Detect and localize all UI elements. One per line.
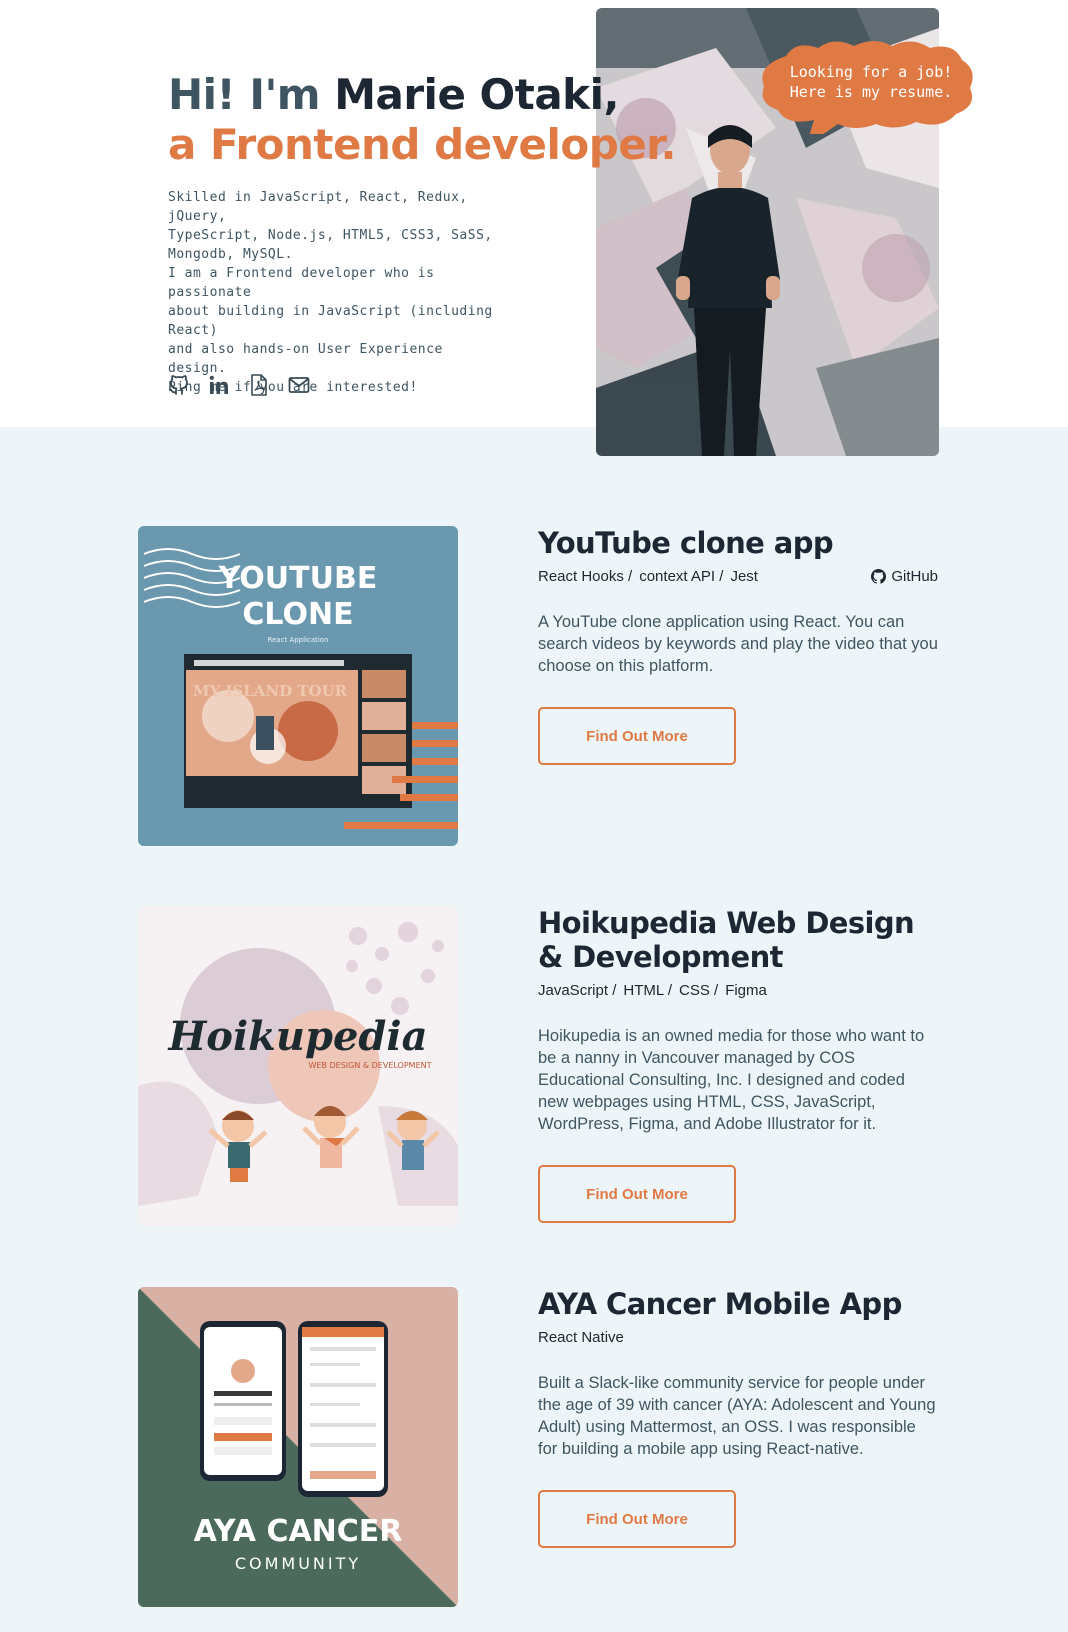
project-tags: React Native [538,1329,624,1346]
youtube-thumb-title-2: CLONE [242,597,353,632]
project-tag: CSS / [679,982,719,999]
github-icon [871,569,887,584]
linkedin-icon[interactable] [206,372,232,398]
aya-thumb-title: AYA CANCER [194,1514,403,1549]
project-meta-row: React Hooks / context API / Jest GitHub [538,568,938,585]
project-meta-row: JavaScript / HTML / CSS / Figma [538,982,938,999]
youtube-thumb-subtitle: React Application [267,636,328,644]
find-out-more-button[interactable]: Find Out More [538,1490,736,1548]
youtube-thumb-inner-text: MY ISLAND TOUR [193,682,348,700]
project-thumbnail-aya[interactable]: AYA CANCER COMMUNITY [138,1287,458,1607]
github-icon[interactable] [166,372,192,398]
project-thumbnail-hoikupedia[interactable]: Hoikupedia WEB DESIGN & DEVELOPMENT [138,906,458,1226]
youtube-thumb-title-1: YOUTUBE [218,561,378,596]
mail-icon[interactable] [286,372,312,398]
hoikupedia-thumb-logo: Hoikupedia [168,1013,428,1060]
project-description: Built a Slack-like community service for… [538,1374,936,1458]
resume-bubble[interactable]: Looking for a job! Here is my resume. [756,38,978,134]
github-link-label: GitHub [891,568,938,585]
project-info-aya: AYA Cancer Mobile App React Native Built… [538,1287,938,1548]
project-info-hoikupedia: Hoikupedia Web Design & Development Java… [538,906,938,1223]
resume-bubble-text: Looking for a job! Here is my resume. [789,63,953,101]
hero-greeting: Hi! I'm [168,70,335,119]
github-link[interactable]: GitHub [871,568,938,585]
project-tag: React Native [538,1329,624,1346]
project-tag: React Hooks / [538,568,633,585]
project-meta-row: React Native [538,1329,938,1346]
project-description: Hoikupedia is an owned media for those w… [538,1027,925,1133]
hoikupedia-thumb-subtitle: WEB DESIGN & DEVELOPMENT [308,1061,431,1070]
find-out-more-button[interactable]: Find Out More [538,707,736,765]
projects-section: YOUTUBE CLONE React Application MY ISLAN… [0,427,1068,1632]
project-title: YouTube clone app [538,526,834,560]
hero-skills: Skilled in JavaScript, React, Redux, jQu… [168,190,493,262]
project-tag: context API / [639,568,724,585]
hero-role: a Frontend developer. [168,120,676,169]
project-tags: JavaScript / HTML / CSS / Figma [538,982,767,999]
project-title: Hoikupedia Web Design & Development [538,906,915,974]
project-tag: JavaScript / [538,982,617,999]
social-links [166,372,312,398]
project-info-youtube: YouTube clone app React Hooks / context … [538,526,938,765]
project-description: A YouTube clone application using React.… [538,613,938,675]
project-tag: Figma [725,982,767,999]
aya-thumb-subtitle: COMMUNITY [235,1554,361,1573]
project-tags: React Hooks / context API / Jest [538,568,758,585]
project-tag: HTML / [623,982,672,999]
hero-title: Hi! I'm Marie Otaki, a Frontend developer… [168,70,676,170]
find-out-more-button[interactable]: Find Out More [538,1165,736,1223]
project-thumbnail-youtube[interactable]: YOUTUBE CLONE React Application MY ISLAN… [138,526,458,846]
project-title: AYA Cancer Mobile App [538,1287,902,1321]
hero-name: Marie Otaki, [334,70,619,119]
pdf-icon[interactable] [246,372,272,398]
project-tag: Jest [730,568,758,585]
